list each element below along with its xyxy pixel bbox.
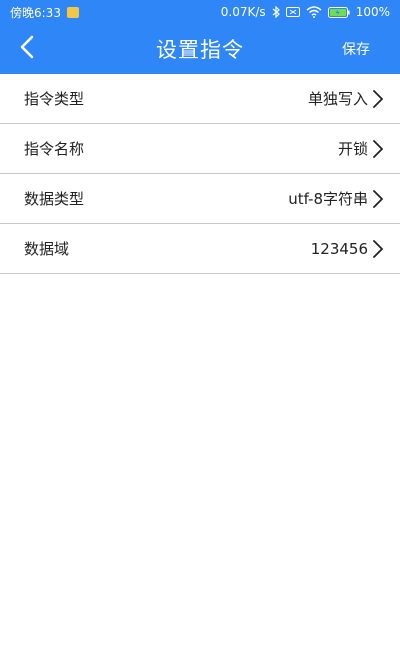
battery-level: 100% (355, 5, 390, 19)
chevron-left-icon (19, 35, 35, 63)
row-command-name[interactable]: 指令名称 开锁 (0, 124, 400, 174)
chevron-right-icon (372, 139, 384, 159)
app-header: 设置指令 保存 (0, 24, 400, 74)
settings-list: 指令类型 单独写入 指令名称 开锁 数据类型 utf-8字符串 数据域 1234… (0, 74, 400, 274)
row-value: 单独写入 (307, 90, 368, 108)
row-label: 数据类型 (24, 190, 85, 208)
row-data-type[interactable]: 数据类型 utf-8字符串 (0, 174, 400, 224)
notification-icon (66, 6, 79, 18)
back-button[interactable] (10, 32, 44, 66)
row-right: 开锁 (338, 138, 384, 159)
phone-screen: 傍晚6:33 0.07K/s 100% 设置指令 保存 指令类型 单独写入 指令… (0, 0, 400, 660)
wifi-icon (306, 6, 322, 18)
save-button[interactable]: 保存 (342, 39, 370, 59)
row-value: 开锁 (337, 140, 368, 158)
status-time: 傍晚6:33 (10, 5, 61, 20)
row-right: 123456 (311, 239, 384, 259)
row-command-type[interactable]: 指令类型 单独写入 (0, 74, 400, 124)
status-right: 0.07K/s 100% (221, 5, 390, 19)
row-value: utf-8字符串 (288, 190, 368, 208)
chevron-right-icon (372, 189, 384, 209)
sim-icon (285, 7, 300, 17)
chevron-right-icon (372, 239, 384, 259)
status-bar: 傍晚6:33 0.07K/s 100% (0, 0, 400, 24)
row-right: utf-8字符串 (288, 188, 384, 209)
row-label: 指令类型 (24, 90, 85, 108)
chevron-right-icon (372, 89, 384, 109)
row-value: 123456 (310, 239, 368, 258)
row-data-field[interactable]: 数据域 123456 (0, 224, 400, 274)
row-right: 单独写入 (308, 88, 384, 109)
bluetooth-icon (272, 6, 280, 18)
battery-icon (327, 6, 350, 18)
network-speed: 0.07K/s (220, 5, 266, 19)
page-title: 设置指令 (156, 38, 244, 62)
row-label: 数据域 (24, 240, 70, 258)
row-label: 指令名称 (24, 140, 85, 158)
status-left: 傍晚6:33 (10, 4, 79, 21)
